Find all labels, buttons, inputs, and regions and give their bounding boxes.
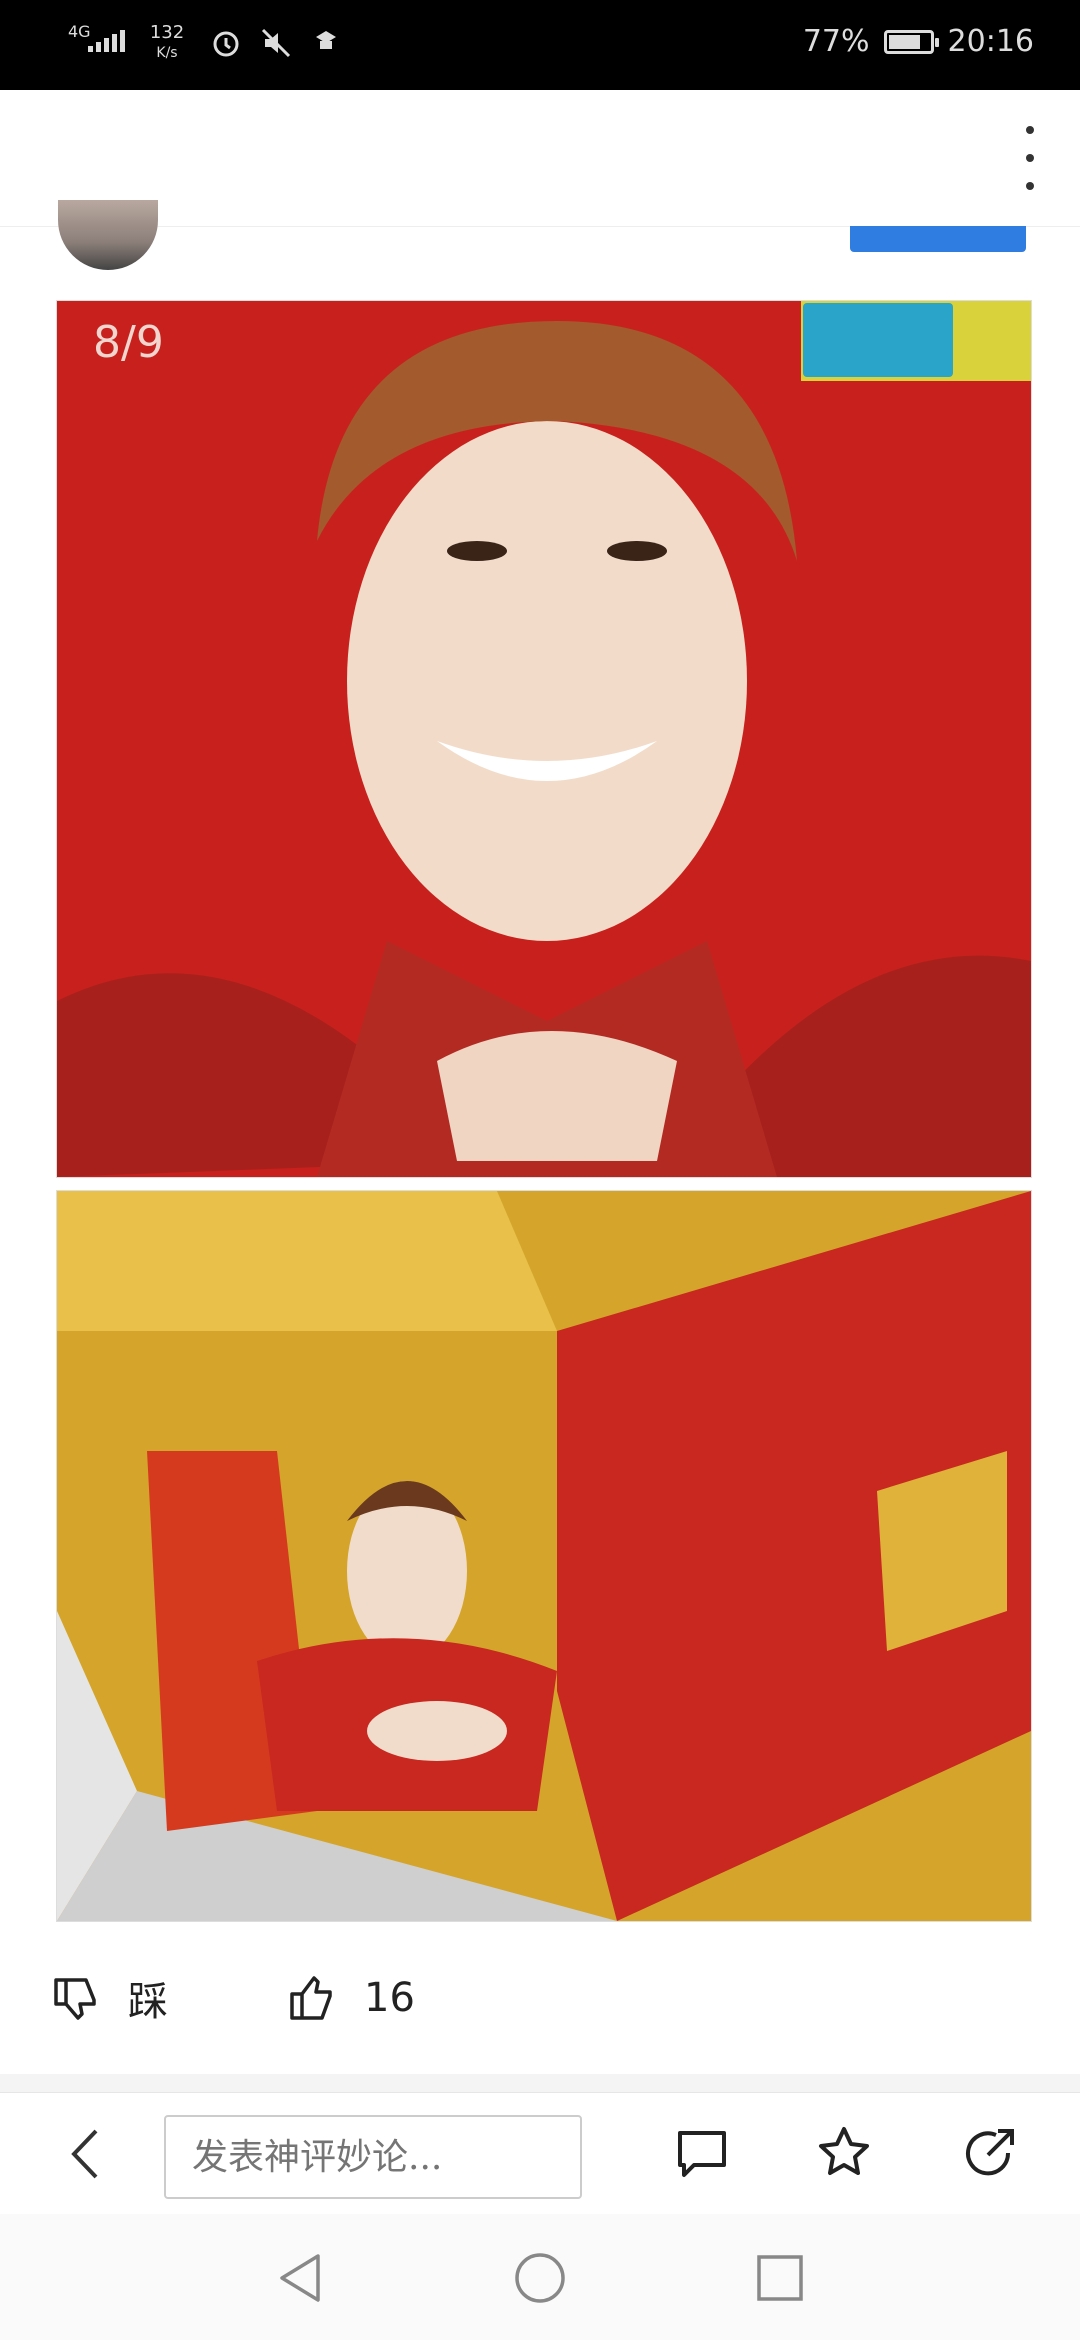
- post-image-2[interactable]: [56, 1190, 1032, 1922]
- dislike-button[interactable]: 踩: [50, 1969, 168, 2027]
- star-icon: [819, 2127, 869, 2175]
- share-button[interactable]: [960, 2123, 1020, 2183]
- speed-unit: K/s: [156, 45, 178, 61]
- nav-back-button[interactable]: [272, 2250, 328, 2306]
- status-bar: 4G 132 K/s 77% 20:16: [0, 0, 1080, 90]
- comment-icon: [678, 2131, 726, 2177]
- triangle-back-icon: [280, 2254, 320, 2302]
- square-recents-icon: [757, 2255, 803, 2301]
- image-counter: 8/9: [93, 317, 164, 368]
- mute-icon: [258, 25, 294, 61]
- circle-home-icon: [515, 2253, 565, 2303]
- price-tag: [801, 301, 1031, 381]
- nav-home-button[interactable]: [512, 2250, 568, 2306]
- dot: [1026, 126, 1034, 134]
- notification-icon: [308, 25, 344, 61]
- alarm-icon: [208, 25, 244, 61]
- dot: [1026, 182, 1034, 190]
- share-icon: [966, 2129, 1014, 2176]
- comment-button[interactable]: [672, 2123, 732, 2183]
- section-divider: [0, 2074, 1080, 2092]
- action-row: 踩 16: [0, 1950, 1080, 2046]
- like-button[interactable]: 16: [286, 1972, 415, 2024]
- status-right: 77% 20:16: [803, 24, 1034, 59]
- like-count: 16: [364, 1975, 415, 2021]
- follow-button[interactable]: [850, 226, 1026, 252]
- back-button[interactable]: [62, 2125, 110, 2183]
- post-image-1[interactable]: 8/9: [56, 300, 1032, 1178]
- system-nav-bar: [0, 2214, 1080, 2340]
- comment-input[interactable]: [164, 2115, 582, 2199]
- signal-icon: 4G: [66, 18, 126, 68]
- author-avatar[interactable]: [58, 200, 158, 270]
- thumbs-down-icon: [54, 1978, 96, 2020]
- portrait-illustration: [57, 301, 1031, 1177]
- clock: 20:16: [947, 24, 1034, 59]
- dislike-label: 踩: [128, 1979, 168, 2025]
- more-options-button[interactable]: [1016, 126, 1044, 190]
- snack-box-illustration: [57, 1191, 1031, 1921]
- network-speed: 132 K/s: [140, 23, 194, 63]
- battery-percent: 77%: [802, 24, 870, 59]
- bottom-bar: [0, 2092, 1080, 2215]
- thumbs-up-icon: [290, 1976, 332, 2020]
- back-arrow-icon: [71, 2129, 98, 2179]
- favorite-button[interactable]: [814, 2123, 874, 2183]
- speed-value: 132: [149, 22, 185, 43]
- app-bar: [0, 90, 1080, 227]
- dot: [1026, 154, 1034, 162]
- status-left: 4G 132 K/s: [66, 18, 344, 68]
- nav-recents-button[interactable]: [752, 2250, 808, 2306]
- battery-icon: [883, 29, 939, 54]
